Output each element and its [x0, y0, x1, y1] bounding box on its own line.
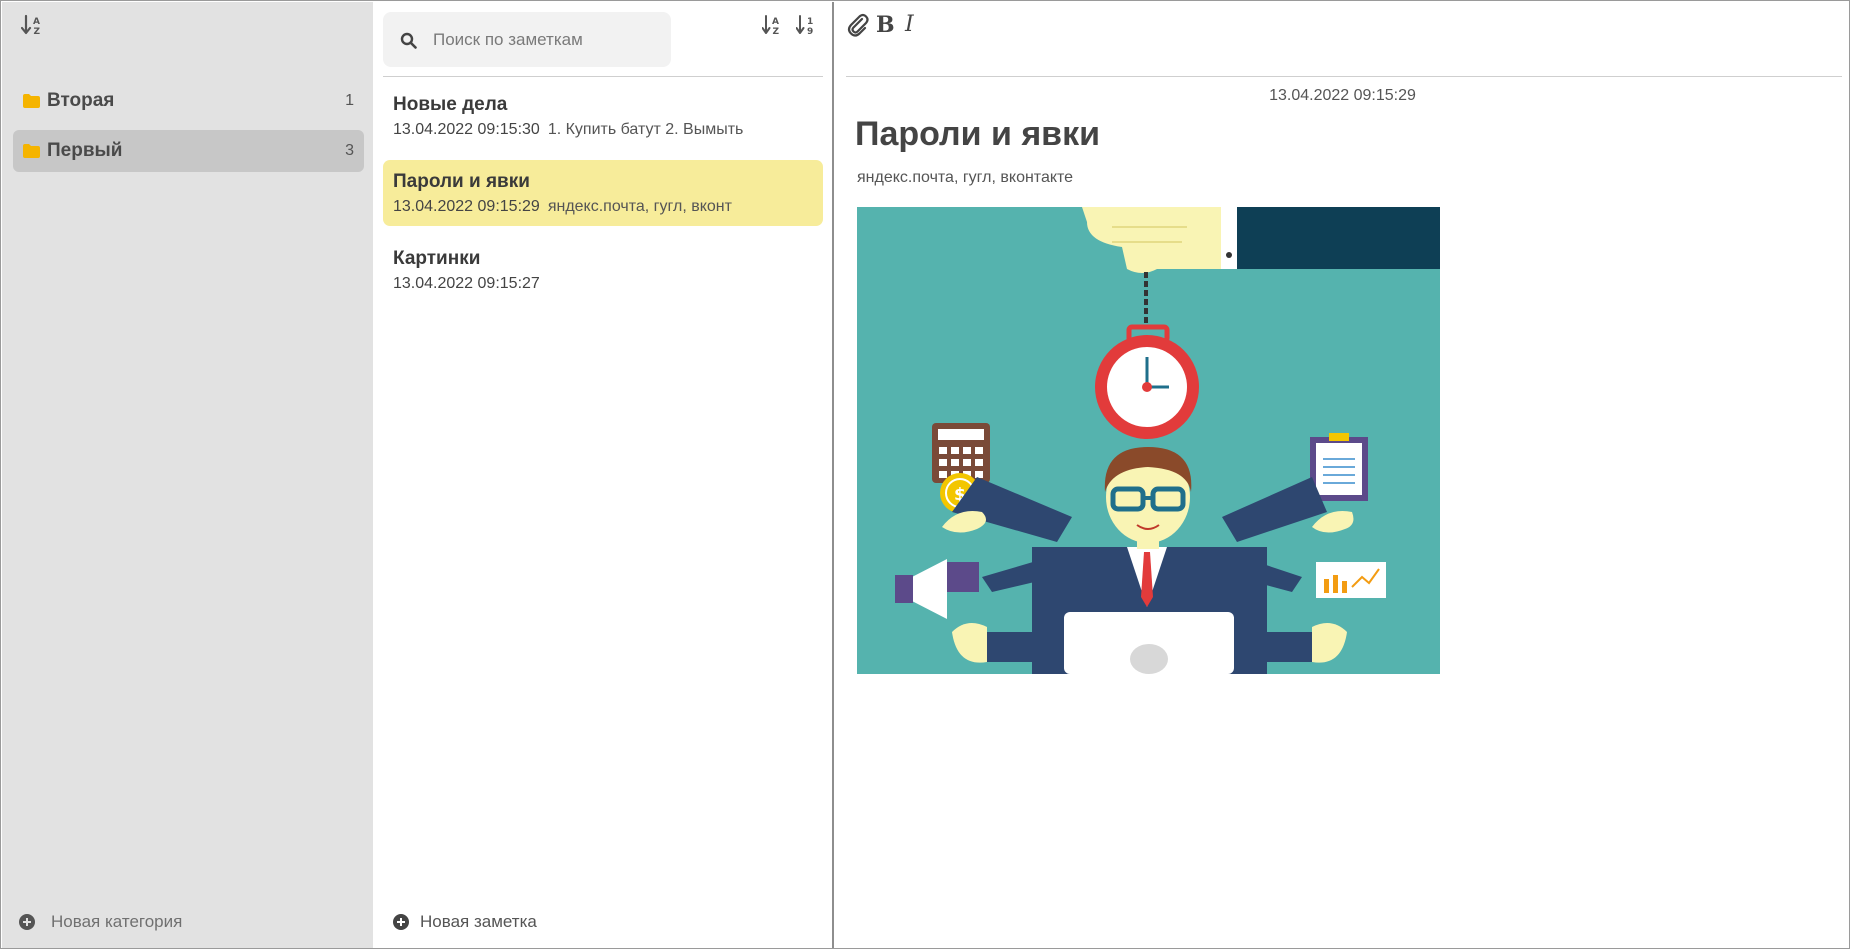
note-title: Пароли и явки — [393, 171, 530, 192]
bold-button[interactable]: B — [876, 12, 900, 38]
notes-list-panel: A Z 1 9 Новые дела 13.04.2022 09:15:30 1.… — [373, 2, 834, 948]
category-count: 3 — [345, 142, 354, 159]
svg-text:Z: Z — [773, 27, 780, 36]
italic-button[interactable]: I — [905, 12, 929, 38]
note-preview: 1. Купить батут 2. Вымыть — [547, 121, 744, 138]
folder-icon — [23, 94, 40, 108]
svg-text:1: 1 — [807, 17, 813, 27]
editor-divider — [846, 76, 1842, 77]
note-date-header: 13.04.2022 09:15:29 — [1269, 87, 1416, 104]
svg-text:9: 9 — [807, 27, 813, 36]
folder-icon — [23, 144, 40, 158]
category-count: 1 — [345, 92, 354, 109]
search-icon — [400, 32, 417, 49]
note-meta: 13.04.2022 09:15:30 1. Купить батут 2. Вы… — [393, 121, 743, 139]
multitasking-illustration: $ — [857, 207, 1440, 674]
new-category-label: Новая категория — [51, 912, 183, 931]
sort-numeric-icon: 1 9 — [795, 15, 813, 37]
sort-categories-button[interactable]: A Z — [20, 14, 45, 37]
category-label: Вторая — [47, 90, 115, 111]
attach-button[interactable] — [846, 12, 870, 38]
note-item[interactable]: Новые дела 13.04.2022 09:15:30 1. Купить … — [383, 83, 823, 149]
svg-text:A: A — [33, 17, 40, 27]
note-meta: 13.04.2022 09:15:29 яндекс.почта, гугл, в… — [393, 198, 732, 216]
note-date: 13.04.2022 09:15:27 — [393, 275, 540, 292]
sort-alpha-icon: A Z — [761, 15, 780, 37]
notes-divider — [383, 76, 823, 77]
plus-circle-icon — [393, 914, 409, 930]
category-item-perviy[interactable]: Первый 3 — [13, 130, 364, 172]
category-label: Первый — [47, 140, 123, 161]
plus-circle-icon — [19, 914, 35, 930]
search-box — [383, 12, 671, 67]
note-heading[interactable]: Пароли и явки — [855, 115, 1100, 154]
svg-text:A: A — [772, 17, 779, 27]
note-meta: 13.04.2022 09:15:27 — [393, 275, 548, 293]
new-note-label: Новая заметка — [420, 912, 537, 931]
sort-notes-numeric-button[interactable]: 1 9 — [795, 14, 818, 37]
sort-alpha-icon: A Z — [20, 14, 41, 37]
svg-text:Z: Z — [34, 27, 41, 36]
sort-notes-alpha-button[interactable]: A Z — [761, 14, 784, 37]
note-date: 13.04.2022 09:15:29 — [393, 198, 540, 215]
note-title: Новые дела — [393, 94, 508, 115]
note-body-text[interactable]: яндекс.почта, гугл, вконтакте — [857, 169, 1073, 187]
search-input[interactable] — [433, 26, 658, 54]
category-item-vtoraya[interactable]: Вторая 1 — [13, 80, 364, 122]
note-editor: B I 13.04.2022 09:15:29 Пароли и явки ян… — [836, 2, 1849, 948]
note-title: Картинки — [393, 248, 481, 269]
note-date: 13.04.2022 09:15:30 — [393, 121, 540, 138]
paperclip-icon — [847, 13, 869, 37]
note-item-selected[interactable]: Пароли и явки 13.04.2022 09:15:29 яндекс.… — [383, 160, 823, 226]
categories-sidebar: A Z Вторая 1 Первый 3 Новая категория — [2, 2, 373, 948]
notes-app: A Z Вторая 1 Первый 3 Новая категория По… — [0, 0, 1850, 949]
note-preview: яндекс.почта, гугл, вконт — [547, 198, 732, 215]
note-item[interactable]: Картинки 13.04.2022 09:15:27 — [383, 237, 823, 303]
